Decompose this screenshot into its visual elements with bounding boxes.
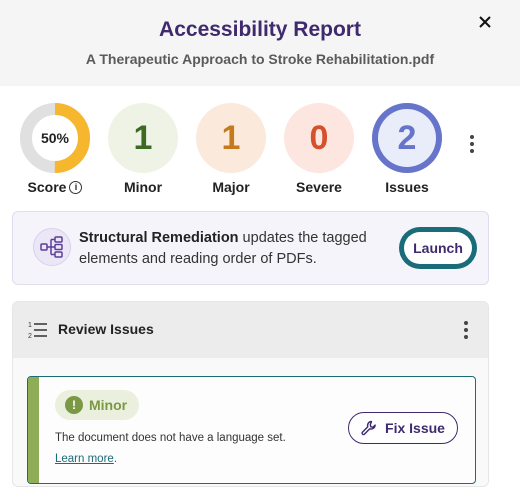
wrench-icon bbox=[361, 420, 376, 436]
launch-button-label: Launch bbox=[404, 232, 472, 264]
exclamation-icon: ! bbox=[65, 396, 83, 414]
severe-label: Severe bbox=[296, 179, 342, 195]
issues-count-circle: 2 bbox=[372, 103, 442, 173]
svg-text:2: 2 bbox=[28, 333, 32, 340]
learn-more-line: Learn more. bbox=[55, 453, 117, 465]
close-button[interactable] bbox=[474, 11, 496, 33]
structural-remediation-banner: Structural Remediation updates the tagge… bbox=[12, 211, 489, 285]
review-more-menu-button[interactable] bbox=[459, 320, 473, 340]
issues-label: Issues bbox=[385, 179, 429, 195]
severity-badge: ! Minor bbox=[55, 390, 140, 420]
close-icon bbox=[479, 16, 491, 28]
info-icon[interactable]: i bbox=[69, 180, 83, 194]
severity-label: Minor bbox=[89, 397, 128, 413]
fix-issue-label: Fix Issue bbox=[385, 420, 445, 436]
score-value: 50% bbox=[40, 130, 70, 146]
minor-label: Minor bbox=[123, 179, 163, 195]
learn-more-link[interactable]: Learn more bbox=[55, 453, 114, 465]
score-ring: 50% bbox=[20, 103, 90, 173]
svg-text:1: 1 bbox=[28, 322, 32, 329]
major-count-circle: 1 bbox=[196, 103, 266, 173]
fix-issue-button[interactable]: Fix Issue bbox=[348, 412, 458, 444]
minor-count-circle: 1 bbox=[108, 103, 178, 173]
report-header: Accessibility Report A Therapeutic Appro… bbox=[0, 0, 520, 86]
minor-count: 1 bbox=[133, 118, 153, 157]
score-metric: 50% Score i bbox=[18, 103, 92, 195]
review-issues-title: Review Issues bbox=[58, 321, 154, 337]
remediation-title: Structural Remediation bbox=[79, 230, 239, 246]
review-issues-panel: 1 2 Review Issues ! Minor The document d… bbox=[12, 301, 489, 487]
severity-bar bbox=[28, 377, 39, 483]
issues-count: 2 bbox=[397, 118, 417, 157]
launch-button[interactable]: Launch bbox=[399, 227, 477, 269]
major-label: Major bbox=[212, 179, 250, 195]
numbered-list-icon: 1 2 bbox=[28, 322, 47, 340]
severe-metric: 0 Severe bbox=[282, 103, 356, 195]
review-issues-header[interactable]: 1 2 Review Issues bbox=[13, 302, 488, 358]
metrics-more-menu-button[interactable] bbox=[465, 134, 479, 154]
issue-description: The document does not have a language se… bbox=[55, 432, 286, 444]
major-metric: 1 Major bbox=[194, 103, 268, 195]
learn-more-suffix: . bbox=[113, 453, 118, 465]
structure-tree-icon bbox=[33, 228, 71, 266]
issues-metric: 2 Issues bbox=[370, 103, 444, 195]
severe-count-circle: 0 bbox=[284, 103, 354, 173]
minor-metric: 1 Minor bbox=[106, 103, 180, 195]
remediation-description: Structural Remediation updates the tagge… bbox=[79, 228, 389, 270]
score-label: Score bbox=[27, 179, 67, 195]
major-count: 1 bbox=[221, 118, 241, 157]
page-title: Accessibility Report bbox=[159, 18, 361, 41]
document-filename: A Therapeutic Approach to Stroke Rehabil… bbox=[85, 51, 435, 67]
severe-count: 0 bbox=[309, 118, 329, 157]
issue-card[interactable]: ! Minor The document does not have a lan… bbox=[27, 376, 476, 484]
